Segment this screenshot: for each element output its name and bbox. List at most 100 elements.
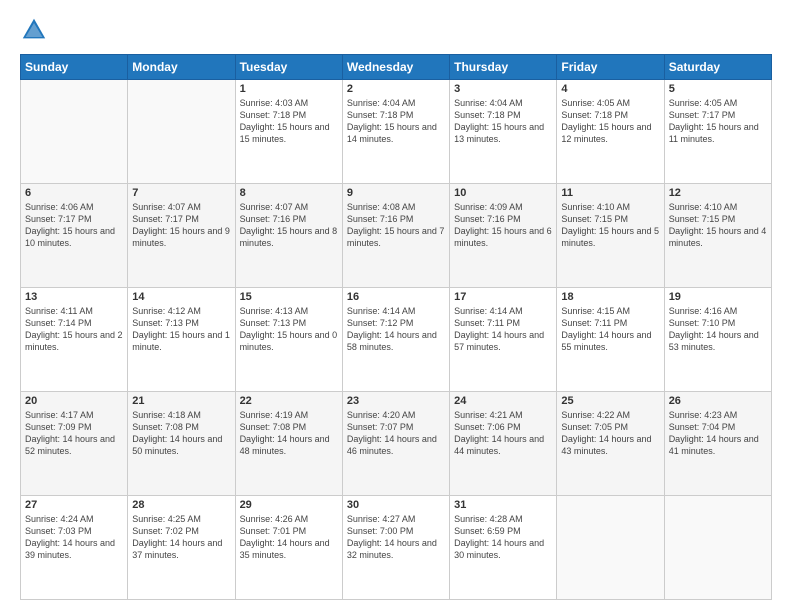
day-number: 30: [347, 499, 445, 511]
page: SundayMondayTuesdayWednesdayThursdayFrid…: [0, 0, 792, 612]
day-number: 2: [347, 83, 445, 95]
calendar-cell: 29 Sunrise: 4:26 AMSunset: 7:01 PMDayligh…: [235, 496, 342, 600]
calendar-cell: [21, 80, 128, 184]
calendar-day-header: Tuesday: [235, 55, 342, 80]
calendar-cell: 27Sunrise: 4:24 AMSunset: 7:03 PMDayligh…: [21, 496, 128, 600]
calendar-cell: 12 Sunrise: 4:10 AMSunset: 7:15 PMDayligh…: [664, 184, 771, 288]
day-info: Sunrise: 4:25 AMSunset: 7:02 PMDaylight:…: [132, 513, 230, 562]
calendar-cell: 22 Sunrise: 4:19 AMSunset: 7:08 PMDayligh…: [235, 392, 342, 496]
calendar-cell: 20 Sunrise: 4:17 AMSunset: 7:09 PMDayligh…: [21, 392, 128, 496]
day-number: 20: [25, 395, 123, 407]
header: [20, 16, 772, 44]
calendar-cell: 24 Sunrise: 4:21 AMSunset: 7:06 PMDayligh…: [450, 392, 557, 496]
calendar-cell: [128, 80, 235, 184]
day-number: 22: [240, 395, 338, 407]
logo: [20, 16, 52, 44]
day-number: 8: [240, 187, 338, 199]
calendar-day-header: Monday: [128, 55, 235, 80]
day-number: 14: [132, 291, 230, 303]
calendar-cell: 3 Sunrise: 4:04 AMSunset: 7:18 PMDaylight…: [450, 80, 557, 184]
day-number: 19: [669, 291, 767, 303]
calendar-table: SundayMondayTuesdayWednesdayThursdayFrid…: [20, 54, 772, 600]
day-info: Sunrise: 4:15 AMSunset: 7:11 PMDaylight:…: [561, 305, 659, 354]
calendar-cell: 9 Sunrise: 4:08 AMSunset: 7:16 PMDaylight…: [342, 184, 449, 288]
calendar-cell: 30 Sunrise: 4:27 AMSunset: 7:00 PMDayligh…: [342, 496, 449, 600]
day-info: Sunrise: 4:04 AMSunset: 7:18 PMDaylight:…: [347, 97, 445, 146]
calendar-day-header: Saturday: [664, 55, 771, 80]
day-number: 6: [25, 187, 123, 199]
day-info: Sunrise: 4:20 AMSunset: 7:07 PMDaylight:…: [347, 409, 445, 458]
day-info: Sunrise: 4:24 AMSunset: 7:03 PMDaylight:…: [25, 513, 123, 562]
day-number: 26: [669, 395, 767, 407]
day-info: Sunrise: 4:21 AMSunset: 7:06 PMDaylight:…: [454, 409, 552, 458]
calendar-cell: 8 Sunrise: 4:07 AMSunset: 7:16 PMDaylight…: [235, 184, 342, 288]
calendar-cell: 19 Sunrise: 4:16 AMSunset: 7:10 PMDayligh…: [664, 288, 771, 392]
day-number: 16: [347, 291, 445, 303]
calendar-cell: 26 Sunrise: 4:23 AMSunset: 7:04 PMDayligh…: [664, 392, 771, 496]
day-info: Sunrise: 4:09 AMSunset: 7:16 PMDaylight:…: [454, 201, 552, 250]
calendar-cell: 1Sunrise: 4:03 AMSunset: 7:18 PMDaylight…: [235, 80, 342, 184]
calendar-week-row: 1Sunrise: 4:03 AMSunset: 7:18 PMDaylight…: [21, 80, 772, 184]
calendar-cell: 25 Sunrise: 4:22 AMSunset: 7:05 PMDayligh…: [557, 392, 664, 496]
day-number: 28: [132, 499, 230, 511]
day-number: 29: [240, 499, 338, 511]
day-number: 4: [561, 83, 659, 95]
day-info: Sunrise: 4:17 AMSunset: 7:09 PMDaylight:…: [25, 409, 123, 458]
day-info: Sunrise: 4:03 AMSunset: 7:18 PMDaylight:…: [240, 97, 338, 146]
calendar-week-row: 6 Sunrise: 4:06 AMSunset: 7:17 PMDaylight…: [21, 184, 772, 288]
calendar-week-row: 20 Sunrise: 4:17 AMSunset: 7:09 PMDayligh…: [21, 392, 772, 496]
calendar-cell: 31 Sunrise: 4:28 AMSunset: 6:59 PMDayligh…: [450, 496, 557, 600]
day-number: 25: [561, 395, 659, 407]
day-number: 21: [132, 395, 230, 407]
day-info: Sunrise: 4:10 AMSunset: 7:15 PMDaylight:…: [669, 201, 767, 250]
day-info: Sunrise: 4:08 AMSunset: 7:16 PMDaylight:…: [347, 201, 445, 250]
day-number: 11: [561, 187, 659, 199]
day-number: 12: [669, 187, 767, 199]
calendar-cell: 21 Sunrise: 4:18 AMSunset: 7:08 PMDayligh…: [128, 392, 235, 496]
logo-icon: [20, 16, 48, 44]
calendar-week-row: 27Sunrise: 4:24 AMSunset: 7:03 PMDayligh…: [21, 496, 772, 600]
day-info: Sunrise: 4:26 AMSunset: 7:01 PMDaylight:…: [240, 513, 338, 562]
day-info: Sunrise: 4:05 AMSunset: 7:18 PMDaylight:…: [561, 97, 659, 146]
day-number: 13: [25, 291, 123, 303]
calendar-day-header: Sunday: [21, 55, 128, 80]
calendar-cell: 28 Sunrise: 4:25 AMSunset: 7:02 PMDayligh…: [128, 496, 235, 600]
day-info: Sunrise: 4:05 AMSunset: 7:17 PMDaylight:…: [669, 97, 767, 146]
day-number: 10: [454, 187, 552, 199]
calendar-cell: 11Sunrise: 4:10 AMSunset: 7:15 PMDayligh…: [557, 184, 664, 288]
day-info: Sunrise: 4:14 AMSunset: 7:12 PMDaylight:…: [347, 305, 445, 354]
day-number: 31: [454, 499, 552, 511]
day-number: 15: [240, 291, 338, 303]
calendar-cell: 2 Sunrise: 4:04 AMSunset: 7:18 PMDaylight…: [342, 80, 449, 184]
day-info: Sunrise: 4:28 AMSunset: 6:59 PMDaylight:…: [454, 513, 552, 562]
calendar-cell: [557, 496, 664, 600]
calendar-cell: 7 Sunrise: 4:07 AMSunset: 7:17 PMDaylight…: [128, 184, 235, 288]
day-info: Sunrise: 4:07 AMSunset: 7:16 PMDaylight:…: [240, 201, 338, 250]
day-info: Sunrise: 4:22 AMSunset: 7:05 PMDaylight:…: [561, 409, 659, 458]
calendar-cell: 6 Sunrise: 4:06 AMSunset: 7:17 PMDaylight…: [21, 184, 128, 288]
day-info: Sunrise: 4:18 AMSunset: 7:08 PMDaylight:…: [132, 409, 230, 458]
calendar-cell: 14Sunrise: 4:12 AMSunset: 7:13 PMDayligh…: [128, 288, 235, 392]
day-number: 9: [347, 187, 445, 199]
day-info: Sunrise: 4:27 AMSunset: 7:00 PMDaylight:…: [347, 513, 445, 562]
day-info: Sunrise: 4:04 AMSunset: 7:18 PMDaylight:…: [454, 97, 552, 146]
day-number: 7: [132, 187, 230, 199]
calendar-cell: 15 Sunrise: 4:13 AMSunset: 7:13 PMDayligh…: [235, 288, 342, 392]
calendar-cell: 23Sunrise: 4:20 AMSunset: 7:07 PMDayligh…: [342, 392, 449, 496]
calendar-cell: 16 Sunrise: 4:14 AMSunset: 7:12 PMDayligh…: [342, 288, 449, 392]
calendar-cell: 5Sunrise: 4:05 AMSunset: 7:17 PMDaylight…: [664, 80, 771, 184]
calendar-day-header: Thursday: [450, 55, 557, 80]
day-info: Sunrise: 4:13 AMSunset: 7:13 PMDaylight:…: [240, 305, 338, 354]
day-info: Sunrise: 4:07 AMSunset: 7:17 PMDaylight:…: [132, 201, 230, 250]
day-info: Sunrise: 4:16 AMSunset: 7:10 PMDaylight:…: [669, 305, 767, 354]
calendar-day-header: Friday: [557, 55, 664, 80]
calendar-week-row: 13Sunrise: 4:11 AMSunset: 7:14 PMDayligh…: [21, 288, 772, 392]
day-info: Sunrise: 4:23 AMSunset: 7:04 PMDaylight:…: [669, 409, 767, 458]
calendar-cell: 17Sunrise: 4:14 AMSunset: 7:11 PMDayligh…: [450, 288, 557, 392]
day-number: 24: [454, 395, 552, 407]
day-info: Sunrise: 4:06 AMSunset: 7:17 PMDaylight:…: [25, 201, 123, 250]
calendar-cell: 18Sunrise: 4:15 AMSunset: 7:11 PMDayligh…: [557, 288, 664, 392]
calendar-cell: 10 Sunrise: 4:09 AMSunset: 7:16 PMDayligh…: [450, 184, 557, 288]
day-number: 3: [454, 83, 552, 95]
day-info: Sunrise: 4:19 AMSunset: 7:08 PMDaylight:…: [240, 409, 338, 458]
